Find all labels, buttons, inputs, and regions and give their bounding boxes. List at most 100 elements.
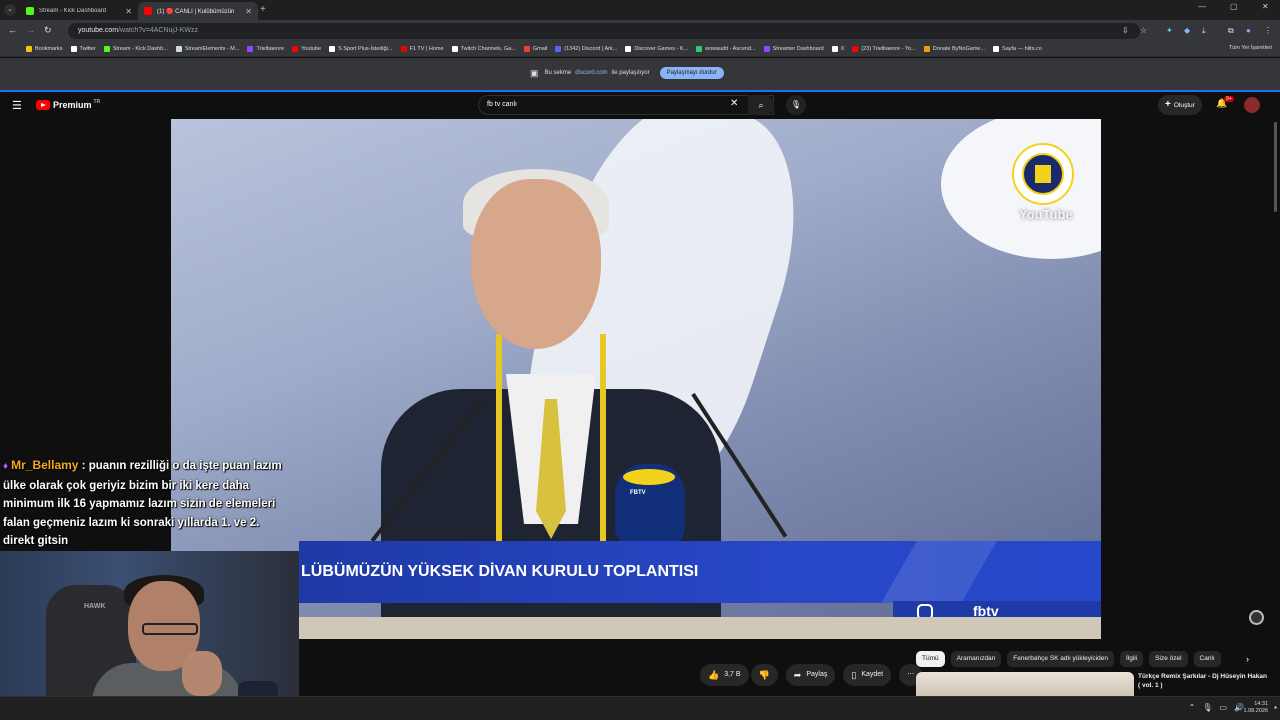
install-icon[interactable]: ⇩ — [1122, 26, 1129, 35]
bookmark-item[interactable]: Twitch Channels, Ga... — [451, 46, 516, 52]
bookmark-item[interactable]: F1 TV | Home — [400, 46, 444, 52]
bookmark-label: Discover Games - K... — [634, 46, 689, 52]
chip-from-search[interactable]: Aramanızdan — [950, 651, 1002, 667]
maximize-icon[interactable]: ▢ — [1230, 2, 1238, 11]
voice-search-button[interactable]: 🎙 — [786, 95, 806, 115]
tab-search-icon[interactable]: ⌄ — [4, 4, 16, 16]
share-prefix: Bu sekme — [544, 70, 572, 76]
youtube-header: ☰ Premium TR fb tv canlı ✕ ⌕ 🎙 + Oluştur … — [0, 90, 1280, 118]
chevron-up-icon[interactable]: ⌃ — [1189, 703, 1196, 712]
bookmark-label: F1 TV | Home — [409, 46, 444, 52]
new-tab-icon[interactable]: + — [260, 4, 266, 15]
extensions-puzzle-icon[interactable]: ⧉ — [1228, 26, 1234, 36]
bookmark-item[interactable]: StreamElements - M... — [175, 46, 240, 52]
all-bookmarks-link[interactable]: Tüm Yer İşaretleri — [1229, 45, 1272, 51]
hamburger-menu-icon[interactable]: ☰ — [12, 99, 22, 112]
address-bar[interactable]: youtube.com/watch?v=4ACNujJ-KWzz — [68, 23, 1140, 39]
streamer-glasses — [142, 623, 198, 635]
bookmark-item[interactable]: Stream - Kick Dashb... — [103, 46, 168, 52]
url-host: youtube.com — [78, 27, 119, 34]
stop-sharing-button[interactable]: Paylaşmayı durdur — [659, 67, 724, 79]
bookmark-label: wowaudit - Ascend... — [705, 46, 756, 52]
streamer-webcam: HAWK — [0, 551, 299, 720]
dislike-button[interactable]: 👎 — [750, 664, 778, 686]
channel-watermark-icon[interactable] — [1249, 610, 1264, 625]
bookmark-label: Youtube — [301, 46, 322, 52]
search-button[interactable]: ⌕ — [748, 95, 774, 115]
share-label: Paylaş — [806, 671, 828, 678]
bookmark-favicon-icon — [26, 46, 32, 52]
bookmark-item[interactable]: Youtube — [292, 46, 321, 52]
minimize-icon[interactable]: — — [1198, 2, 1206, 11]
podium-desk — [299, 617, 1101, 639]
screen-share-infobar: ▣ Bu sekme discord.com ile paylaşılıyor … — [0, 58, 1280, 90]
network-icon[interactable]: ▭ — [1219, 703, 1227, 712]
youtube-premium-logo[interactable]: Premium TR — [36, 99, 100, 110]
bookmark-favicon-icon — [247, 46, 254, 52]
bookmark-item[interactable]: Streamer Dashboard — [763, 46, 824, 52]
close-tab-icon[interactable]: ✕ — [125, 7, 132, 16]
reload-icon[interactable]: ↻ — [44, 25, 52, 36]
youtube-icon — [144, 7, 152, 15]
close-tab-icon[interactable]: ✕ — [245, 7, 252, 16]
extension-icon[interactable]: ✦ — [1166, 26, 1173, 35]
chip-live[interactable]: Canlı — [1193, 651, 1221, 667]
like-count: 3,7 B — [724, 671, 741, 678]
forward-icon[interactable]: → — [26, 25, 35, 35]
clock-date: 1.08.2026 — [1243, 708, 1268, 714]
chip-from-uploader[interactable]: Fenerbahçe SK adlı yükleyiciden — [1007, 651, 1114, 667]
recommendation-filter-chips: Tümü Aramanızdan Fenerbahçe SK adlı yükl… — [916, 651, 1221, 667]
bookmark-label: Bookmarks — [35, 46, 63, 52]
bookmark-favicon-icon — [70, 46, 77, 52]
notification-center-icon[interactable]: ▪ — [1274, 703, 1277, 712]
tab-kick-dashboard[interactable]: Stream - Kick Dashboard ✕ — [20, 2, 138, 20]
chat-username: Mr_Bellamy — [11, 458, 79, 472]
chip-all[interactable]: Tümü — [916, 651, 945, 667]
url-path: /watch?v=4ACNujJ-KWzz — [118, 27, 199, 34]
bookmark-item[interactable]: S Sport Plus-İstediği... — [329, 46, 393, 52]
bookmark-item[interactable]: Donate ByNoGame... — [923, 46, 985, 52]
tab-youtube-live[interactable]: (1) 🔴 CANLI | Kulübümüzün ✕ — [138, 2, 258, 20]
share-icon: ➦ — [793, 670, 802, 680]
avatar[interactable] — [1244, 97, 1260, 113]
chip-related[interactable]: İlgili — [1119, 651, 1144, 667]
bookmark-item[interactable]: (1342) Discord | Ark... — [555, 46, 617, 52]
bookmark-item[interactable]: Twitter — [70, 46, 96, 52]
bookmark-label: S Sport Plus-İstediği... — [338, 46, 393, 52]
bookmark-label: StreamElements - M... — [184, 46, 240, 52]
bookmark-favicon-icon — [329, 46, 336, 52]
bookmark-item[interactable]: X — [831, 46, 844, 52]
chip-for-you[interactable]: Size özel — [1149, 651, 1188, 667]
bookmark-favicon-icon — [923, 46, 930, 52]
scrollbar-thumb[interactable] — [1274, 122, 1277, 212]
close-window-icon[interactable]: ✕ — [1262, 2, 1269, 11]
bookmark-star-icon[interactable]: ☆ — [1140, 26, 1147, 35]
taskbar-clock[interactable]: 14:31 1.08.2026 — [1244, 701, 1268, 715]
bookmark-item[interactable]: wowaudit - Ascend... — [696, 46, 756, 52]
create-button[interactable]: + Oluştur — [1158, 95, 1202, 115]
bookmark-item[interactable]: Discover Games - K... — [625, 46, 688, 52]
recommendation-thumbnail[interactable] — [916, 672, 1134, 696]
chevron-right-icon[interactable]: › — [1246, 654, 1249, 664]
recommendation-title[interactable]: Türkçe Remix Şarkılar - Dj Hüseyin Hakan… — [1138, 672, 1268, 690]
bookmark-favicon-icon — [523, 46, 530, 52]
save-button[interactable]: ▯ Kaydet — [843, 664, 892, 686]
bookmark-label: Gmail — [532, 46, 548, 52]
menu-kebab-icon[interactable]: ⋮ — [1264, 26, 1272, 35]
bookmark-item[interactable]: Trielbaenre — [247, 46, 284, 52]
bookmark-item[interactable]: Gmail — [523, 46, 548, 52]
windows-taskbar: ⌃ 🎙 ▭ 🔊 14:31 1.08.2026 ▪ — [0, 696, 1280, 720]
downloads-icon[interactable]: ⤓ — [1202, 26, 1206, 36]
bookmark-icon: ▯ — [851, 670, 857, 680]
bookmark-item[interactable]: (23) Trielbaenre - Yo... — [852, 46, 916, 52]
bookmark-item[interactable]: Sayfa — hiits.co — [993, 46, 1042, 52]
profile-icon[interactable]: ● — [1246, 26, 1251, 35]
like-button[interactable]: 👍 3,7 B — [700, 664, 749, 686]
bookmark-item[interactable]: Bookmarks — [26, 46, 63, 52]
share-button[interactable]: ➦ Paylaş — [785, 664, 836, 686]
microphone-icon[interactable]: 🎙 — [1202, 703, 1212, 712]
back-icon[interactable]: ← — [8, 25, 17, 35]
speaker-icon[interactable]: 🔊 — [1234, 703, 1244, 712]
clear-search-icon[interactable]: ✕ — [730, 98, 738, 109]
extension-icon[interactable]: ◆ — [1184, 26, 1190, 35]
